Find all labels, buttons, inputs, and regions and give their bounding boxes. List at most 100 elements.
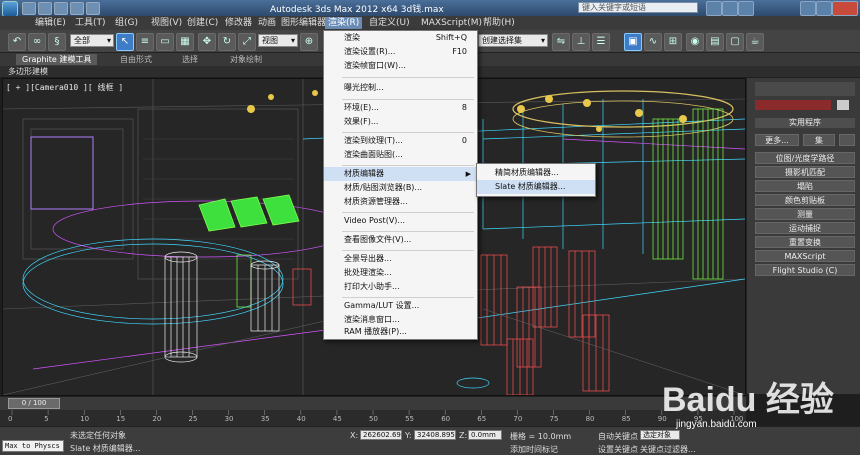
add-time-tag[interactable]: 添加时间标记 xyxy=(510,444,558,455)
time-slider[interactable]: 0 / 100 xyxy=(8,398,60,409)
maxscript-button[interactable]: MAXScript xyxy=(755,250,855,262)
render-setup-icon[interactable]: ▤ xyxy=(706,33,724,51)
move-icon[interactable]: ✥ xyxy=(198,33,216,51)
viewport-label[interactable]: [ + ][Camera010 ][ 线框 ] xyxy=(6,82,123,93)
window-crossing-icon[interactable]: ▦ xyxy=(176,33,194,51)
layer-manager-icon[interactable]: ☰ xyxy=(592,33,610,51)
menu-item-ram-player[interactable]: RAM 播放器(P)... xyxy=(324,325,477,339)
named-selection-dropdown[interactable]: 创建选择集 xyxy=(478,34,548,47)
collapse-button[interactable]: 塌陷 xyxy=(755,180,855,192)
menu-animation[interactable]: 动画 xyxy=(255,17,279,29)
maxscript-listener[interactable]: Max to Physcs xyxy=(2,440,64,452)
reset-xform-button[interactable]: 重置变换 xyxy=(755,236,855,248)
render-frame-icon[interactable]: ▢ xyxy=(726,33,744,51)
undo-icon[interactable]: ↶ xyxy=(8,33,26,51)
material-editor-icon[interactable]: ◉ xyxy=(686,33,704,51)
track-bar[interactable]: 0 5 10 15 20 25 30 35 40 45 50 55 60 65 70 75 80 85 90 95 10… xyxy=(0,410,746,426)
color-clipboard-button[interactable]: 颜色剪贴板 xyxy=(755,194,855,206)
tab-graphite[interactable]: Graphite 建模工具 xyxy=(16,54,98,65)
link-icon[interactable]: ∞ xyxy=(28,33,46,51)
camera-match-button[interactable]: 摄影机匹配 xyxy=(755,166,855,178)
select-object-icon[interactable]: ↖ xyxy=(116,33,134,51)
save-file-icon[interactable] xyxy=(54,2,68,15)
bitmap-path-button[interactable]: 位图/光度学路径 xyxy=(755,152,855,164)
rotate-icon[interactable]: ↻ xyxy=(218,33,236,51)
render-teapot-icon[interactable]: ☕ xyxy=(746,33,764,51)
rect-selection-icon[interactable]: ▭ xyxy=(156,33,174,51)
menu-item-material-browser[interactable]: 材质/贴图浏览器(B)... xyxy=(324,181,477,195)
utilities-header[interactable]: 实用程序 xyxy=(755,118,855,128)
menu-item-compact-material-editor[interactable]: 精简材质编辑器... xyxy=(477,166,595,180)
menu-item-print-size-wizard[interactable]: 打印大小助手... xyxy=(324,280,477,294)
menu-item-panorama-exporter[interactable]: 全景导出器... xyxy=(324,252,477,266)
help-icon[interactable] xyxy=(738,1,754,16)
menu-item-render-to-texture[interactable]: 渲染到纹理(T)... 0 xyxy=(324,134,477,148)
menu-item-render-surface-map[interactable]: 渲染曲面贴图(... xyxy=(324,148,477,162)
menu-graph-editors[interactable]: 图形编辑器 xyxy=(278,17,329,29)
menu-rendering[interactable]: 渲染(R) xyxy=(325,17,363,29)
curve-editor-icon[interactable]: ∿ xyxy=(644,33,662,51)
reference-coord-dropdown[interactable]: 视图 xyxy=(258,34,298,47)
schematic-view-icon[interactable]: ⊞ xyxy=(664,33,682,51)
x-coord-field[interactable]: 262602.69 xyxy=(360,430,402,440)
menu-group[interactable]: 组(G) xyxy=(112,17,141,29)
align-icon[interactable]: ⊥ xyxy=(572,33,590,51)
configure-sets-button[interactable] xyxy=(839,134,855,146)
menu-maxscript[interactable]: MAXScript(M) xyxy=(418,17,485,29)
object-name-field[interactable] xyxy=(755,100,831,110)
app-logo-icon[interactable] xyxy=(2,1,18,17)
menu-customize[interactable]: 自定义(U) xyxy=(366,17,413,29)
tab-object-paint[interactable]: 对象绘制 xyxy=(224,54,268,65)
open-file-icon[interactable] xyxy=(38,2,52,15)
selection-filter-dropdown[interactable]: 全部 xyxy=(70,34,114,47)
flight-studio-button[interactable]: Flight Studio (C) xyxy=(755,264,855,276)
measure-button[interactable]: 测量 xyxy=(755,208,855,220)
menu-item-gamma-lut[interactable]: Gamma/LUT 设置... xyxy=(324,299,477,313)
mirror-icon[interactable]: ⇋ xyxy=(552,33,570,51)
menu-item-exposure-control[interactable]: 曝光控制... xyxy=(324,81,477,95)
menu-item-video-post[interactable]: Video Post(V)... xyxy=(324,214,477,228)
time-slider-track[interactable] xyxy=(0,396,746,410)
menu-create[interactable]: 创建(C) xyxy=(184,17,221,29)
menu-item-batch-render[interactable]: 批处理渲染... xyxy=(324,266,477,280)
minimize-button[interactable] xyxy=(800,1,816,16)
selected-dropdown[interactable]: 选定对象 xyxy=(640,430,680,440)
menu-item-render[interactable]: 渲染 Shift+Q xyxy=(324,31,477,45)
panel-tabs[interactable] xyxy=(755,82,855,96)
more-button[interactable]: 更多... xyxy=(755,134,799,146)
menu-item-environment[interactable]: 环境(E)... 8 xyxy=(324,101,477,115)
z-coord-field[interactable]: 0.0mm xyxy=(468,430,502,440)
menu-edit[interactable]: 编辑(E) xyxy=(32,17,69,29)
close-button[interactable] xyxy=(832,1,858,16)
menu-item-render-frame-window[interactable]: 渲染帧窗口(W)... xyxy=(324,59,477,73)
key-filters-button[interactable]: 关键点过滤器... xyxy=(640,444,696,455)
y-coord-field[interactable]: 32408.895 xyxy=(414,430,456,440)
new-file-icon[interactable] xyxy=(22,2,36,15)
menu-item-material-editor[interactable]: 材质编辑器 ▶ xyxy=(324,167,477,181)
help-search-icon[interactable] xyxy=(706,1,722,16)
star-icon[interactable] xyxy=(722,1,738,16)
menu-item-material-explorer[interactable]: 材质资源管理器... xyxy=(324,195,477,209)
set-key-label[interactable]: 设置关键点 xyxy=(598,444,638,455)
menu-view[interactable]: 视图(V) xyxy=(148,17,185,29)
menu-item-slate-material-editor[interactable]: Slate 材质编辑器... xyxy=(477,180,595,194)
menu-item-effects[interactable]: 效果(F)... xyxy=(324,115,477,129)
polygon-modeling-label[interactable]: 多边形建模 xyxy=(8,66,48,77)
sets-button[interactable]: 集 xyxy=(803,134,835,146)
menu-item-view-image-file[interactable]: 查看图像文件(V)... xyxy=(324,233,477,247)
menu-tools[interactable]: 工具(T) xyxy=(72,17,109,29)
pivot-icon[interactable]: ⊕ xyxy=(300,33,318,51)
graphite-toggle-icon[interactable]: ▣ xyxy=(624,33,642,51)
search-input[interactable]: 键入关键字或短语 xyxy=(578,2,698,13)
undo-icon[interactable] xyxy=(70,2,84,15)
tab-selection[interactable]: 选择 xyxy=(176,54,204,65)
menu-modifiers[interactable]: 修改器 xyxy=(222,17,255,29)
object-color-swatch[interactable] xyxy=(837,100,849,110)
menu-item-render-setup[interactable]: 渲染设置(R)... F10 xyxy=(324,45,477,59)
redo-icon[interactable] xyxy=(86,2,100,15)
menu-help[interactable]: 帮助(H) xyxy=(480,17,518,29)
auto-key-label[interactable]: 自动关键点 xyxy=(598,431,638,442)
select-by-name-icon[interactable]: ≡ xyxy=(136,33,154,51)
scale-icon[interactable]: ⤢ xyxy=(238,33,256,51)
tab-freeform[interactable]: 自由形式 xyxy=(114,54,158,65)
